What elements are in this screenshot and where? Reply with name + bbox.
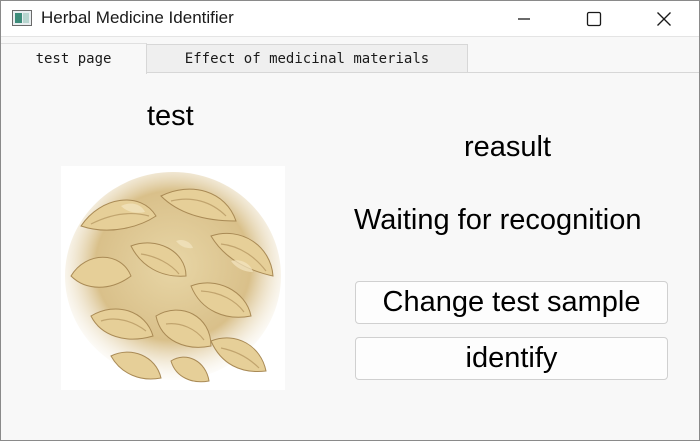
tab-label: Effect of medicinal materials xyxy=(184,50,430,67)
tab-label: test page xyxy=(35,51,112,67)
maximize-button[interactable] xyxy=(559,1,629,37)
herbal-slices-image xyxy=(61,166,285,390)
close-icon xyxy=(657,12,671,26)
tab-effect-of-medicinal-materials[interactable]: Effect of medicinal materials xyxy=(146,44,468,73)
tab-test-page[interactable]: test page xyxy=(1,43,147,74)
app-window: Herbal Medicine Identifier test page Eff… xyxy=(0,0,700,441)
window-title: Herbal Medicine Identifier xyxy=(41,8,234,27)
app-window-icon xyxy=(12,10,32,26)
identify-button[interactable]: identify xyxy=(355,337,668,380)
change-test-sample-button[interactable]: Change test sample xyxy=(355,281,668,324)
result-heading: reasult xyxy=(464,131,552,163)
maximize-icon xyxy=(586,11,602,27)
app-icon-panel xyxy=(15,13,22,23)
title-bar[interactable]: Herbal Medicine Identifier xyxy=(1,1,699,37)
close-button[interactable] xyxy=(629,1,699,37)
sample-image xyxy=(61,166,285,390)
minimize-icon xyxy=(518,18,530,20)
minimize-button[interactable] xyxy=(489,1,559,37)
recognition-status: Waiting for recognition xyxy=(354,204,642,236)
tab-divider xyxy=(147,72,699,73)
tab-bar: test page Effect of medicinal materials xyxy=(1,43,699,74)
app-icon-panel-secondary xyxy=(23,13,29,23)
test-heading: test xyxy=(147,100,194,132)
